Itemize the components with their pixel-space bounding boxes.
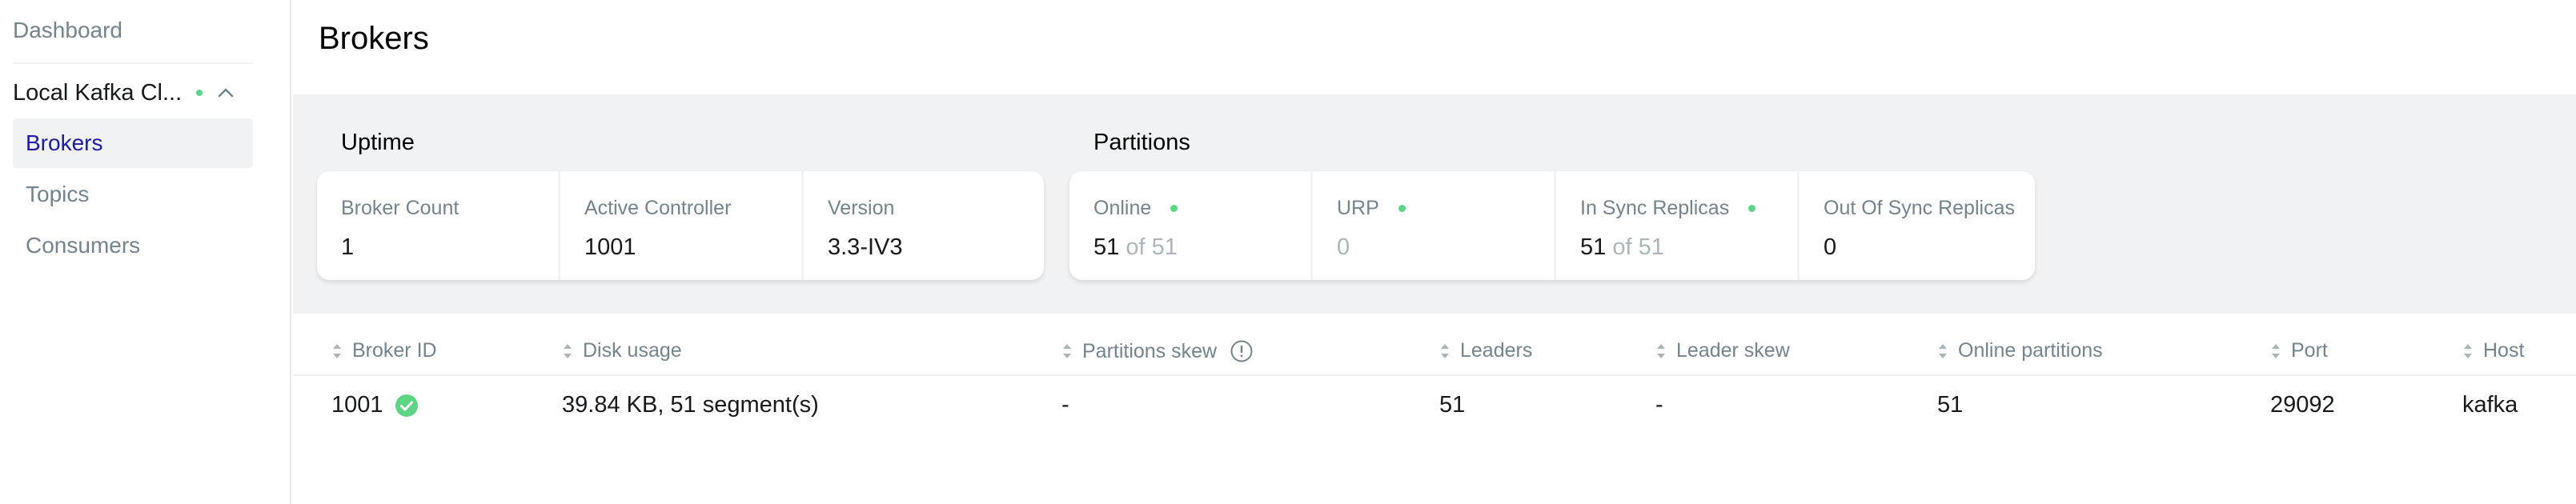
metric-urp: URP 0 — [1313, 171, 1556, 280]
nav-dashboard[interactable]: Dashboard — [13, 18, 122, 43]
sort-icon — [562, 342, 573, 360]
metric-label: Broker Count — [341, 197, 459, 219]
metric-label: In Sync Replicas — [1580, 197, 1730, 219]
metric-label: Out Of Sync Replicas — [1824, 197, 2015, 219]
cell-host: kafka — [2462, 392, 2518, 418]
metric-value: 51 — [1580, 234, 1607, 260]
cell-partitions-skew: - — [1061, 392, 1069, 418]
metric-value: 0 — [1337, 234, 1350, 260]
partitions-title: Partitions — [1093, 130, 1190, 155]
metric-broker-count: Broker Count 1 — [317, 171, 560, 280]
cell-leaders: 51 — [1439, 392, 1466, 418]
metric-active-controller: Active Controller 1001 — [560, 171, 804, 280]
sidebar: Dashboard Local Kafka Cl... Brokers Topi… — [0, 0, 291, 504]
check-circle-icon — [395, 394, 419, 418]
metric-online: Online 51 of 51 — [1069, 171, 1313, 280]
column-header-broker-id[interactable]: Broker ID — [331, 339, 437, 362]
divider — [13, 62, 253, 64]
sort-icon — [2462, 342, 2474, 360]
sort-icon — [1655, 342, 1667, 360]
cell-broker-id: 1001 — [331, 392, 419, 418]
status-dot — [1170, 205, 1178, 212]
brokers-table: Broker ID Disk usage Partitions skew Lea… — [293, 323, 2576, 437]
column-header-host[interactable]: Host — [2462, 339, 2524, 362]
cell-leader-skew: - — [1655, 392, 1663, 418]
cluster-status-dot — [196, 90, 203, 96]
sort-icon — [1439, 342, 1451, 360]
uptime-card: Broker Count 1 Active Controller 1001 Ve… — [317, 171, 1044, 280]
uptime-title: Uptime — [341, 130, 415, 155]
metric-value: 51 — [1093, 234, 1120, 260]
metric-total: of 51 — [1606, 234, 1664, 260]
metric-value: 1 — [341, 234, 355, 260]
table-header: Broker ID Disk usage Partitions skew Lea… — [293, 323, 2576, 376]
info-icon[interactable] — [1230, 339, 1254, 363]
cell-port: 29092 — [2270, 392, 2335, 418]
sort-icon — [1937, 342, 1948, 360]
sort-icon — [2270, 342, 2281, 360]
status-dot — [1398, 205, 1406, 212]
column-header-disk-usage[interactable]: Disk usage — [562, 339, 682, 362]
metric-version: Version 3.3-IV3 — [804, 171, 1044, 280]
cluster-name: Local Kafka Cl... — [13, 79, 183, 106]
metric-out-of-sync-replicas: Out Of Sync Replicas 0 — [1800, 171, 2035, 280]
sidebar-item-brokers[interactable]: Brokers — [13, 118, 253, 168]
column-header-port[interactable]: Port — [2270, 339, 2328, 362]
sort-icon — [1061, 342, 1073, 360]
metric-label: Version — [828, 197, 895, 219]
partitions-card: Online 51 of 51 URP 0 In Sync Replicas 5… — [1069, 171, 2035, 280]
page-title: Brokers — [319, 21, 429, 56]
cell-disk-usage: 39.84 KB, 51 segment(s) — [562, 392, 819, 418]
sidebar-item-consumers[interactable]: Consumers — [13, 221, 253, 270]
metric-total: of 51 — [1119, 234, 1178, 260]
status-dot — [1748, 205, 1756, 212]
column-header-leaders[interactable]: Leaders — [1439, 339, 1532, 362]
column-header-leader-skew[interactable]: Leader skew — [1655, 339, 1790, 362]
metric-value: 3.3-IV3 — [828, 234, 903, 260]
cell-online-partitions: 51 — [1937, 392, 1964, 418]
metric-label: Active Controller — [584, 197, 732, 219]
column-header-online-partitions[interactable]: Online partitions — [1937, 339, 2103, 362]
main-content: Brokers Uptime Broker Count 1 Active Con… — [293, 0, 2576, 504]
sort-icon — [331, 342, 343, 360]
chevron-up-icon[interactable] — [217, 84, 235, 102]
metric-value: 0 — [1824, 234, 1837, 260]
sidebar-item-topics[interactable]: Topics — [13, 170, 253, 219]
cluster-selector[interactable]: Local Kafka Cl... — [13, 77, 253, 109]
metric-label: Online — [1093, 197, 1152, 219]
column-header-partitions-skew[interactable]: Partitions skew — [1061, 339, 1254, 363]
metric-label: URP — [1337, 197, 1379, 219]
table-row[interactable]: 1001 39.84 KB, 51 segment(s) - 51 - 51 2… — [293, 376, 2576, 437]
metric-value: 1001 — [584, 234, 636, 260]
metric-in-sync-replicas: In Sync Replicas 51 of 51 — [1556, 171, 1800, 280]
